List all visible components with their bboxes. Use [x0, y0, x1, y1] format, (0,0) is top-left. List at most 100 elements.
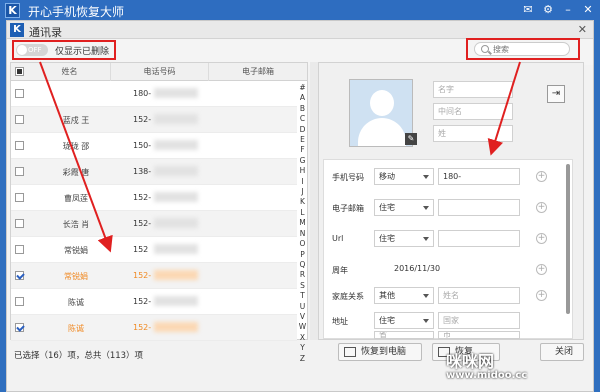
row-checkbox[interactable]: [15, 141, 24, 150]
row-checkbox[interactable]: [15, 219, 24, 228]
contact-name: 陈诚: [68, 324, 84, 333]
alphabet-letter[interactable]: W: [298, 322, 307, 332]
chevron-down-icon: [423, 237, 429, 241]
alphabet-letter[interactable]: F: [298, 145, 307, 155]
alphabet-letter[interactable]: A: [298, 93, 307, 103]
row-checkbox[interactable]: [15, 167, 24, 176]
alphabet-letter[interactable]: K: [298, 197, 307, 207]
alphabet-letter[interactable]: D: [298, 125, 307, 135]
anniversary-label: 周年: [332, 266, 348, 275]
email-input[interactable]: [438, 199, 520, 216]
table-row[interactable]: 彩霞 唐 138-: [11, 159, 297, 185]
alphabet-letter[interactable]: C: [298, 114, 307, 124]
alphabet-letter[interactable]: E: [298, 135, 307, 145]
alphabet-letter[interactable]: X: [298, 333, 307, 343]
alphabet-letter[interactable]: V: [298, 312, 307, 322]
url-type-select[interactable]: 住宅: [374, 230, 434, 247]
alphabet-letter[interactable]: Y: [298, 343, 307, 353]
redacted-phone: [154, 244, 198, 254]
chat-icon[interactable]: ✉: [522, 3, 534, 16]
add-date-icon[interactable]: +: [536, 264, 547, 275]
close-icon[interactable]: ✕: [582, 3, 594, 16]
alphabet-letter[interactable]: U: [298, 302, 307, 312]
column-email[interactable]: 电子邮箱: [209, 63, 307, 81]
row-checkbox[interactable]: [15, 271, 24, 280]
table-row[interactable]: 珑珑 邵 150-: [11, 133, 297, 159]
watermark: 咪咪网 www.midoo.cc: [446, 348, 527, 381]
alphabet-letter[interactable]: O: [298, 239, 307, 249]
add-url-icon[interactable]: +: [536, 233, 547, 244]
search-input[interactable]: [493, 44, 563, 54]
middle-name-field[interactable]: 中间名: [433, 103, 513, 120]
alphabet-letter[interactable]: N: [298, 229, 307, 239]
deleted-only-label: 仅显示已删除: [55, 47, 110, 57]
table-row[interactable]: 常锐娟 152: [11, 237, 297, 263]
minimize-icon[interactable]: –: [562, 3, 574, 16]
alphabet-letter[interactable]: H: [298, 166, 307, 176]
export-icon[interactable]: ⇥: [547, 85, 565, 103]
add-email-icon[interactable]: +: [536, 202, 547, 213]
row-checkbox[interactable]: [15, 297, 24, 306]
alphabet-letter[interactable]: #: [298, 83, 307, 93]
contact-name: 长浩 肖: [62, 220, 90, 229]
row-checkbox[interactable]: [15, 193, 24, 202]
deleted-only-toggle[interactable]: OFF: [16, 44, 48, 56]
add-family-icon[interactable]: +: [536, 290, 547, 301]
phone-type-select[interactable]: 移动: [374, 168, 434, 185]
table-row[interactable]: 长浩 肖 152-: [11, 211, 297, 237]
close-button[interactable]: 关闭: [540, 343, 584, 361]
redacted-phone: [154, 114, 198, 124]
family-name-input[interactable]: 姓名: [438, 287, 520, 304]
alphabet-letter[interactable]: B: [298, 104, 307, 114]
redacted-phone: [154, 166, 198, 176]
row-checkbox[interactable]: [15, 115, 24, 124]
dialog-close-icon[interactable]: ✕: [578, 23, 587, 36]
alphabet-letter[interactable]: I: [298, 177, 307, 187]
row-checkbox[interactable]: [15, 89, 24, 98]
alphabet-letter[interactable]: S: [298, 281, 307, 291]
alphabet-letter[interactable]: Q: [298, 260, 307, 270]
detail-form: 手机号码 移动 180- + 电子邮箱 住宅 + Url 住宅 + 周年 201…: [323, 159, 573, 339]
close-label: 关闭: [555, 347, 574, 357]
settings-icon[interactable]: ⚙: [542, 3, 554, 16]
select-all-checkbox[interactable]: [15, 67, 24, 76]
family-type-select[interactable]: 其他: [374, 287, 434, 304]
table-row[interactable]: 蓝戍 王 152-: [11, 107, 297, 133]
email-type-select[interactable]: 住宅: [374, 199, 434, 216]
url-input[interactable]: [438, 230, 520, 247]
alphabet-letter[interactable]: R: [298, 270, 307, 280]
country-input[interactable]: 国家: [438, 312, 520, 329]
row-checkbox[interactable]: [15, 245, 24, 254]
form-scrollbar[interactable]: [566, 164, 570, 314]
address-type-select[interactable]: 住宅: [374, 312, 434, 329]
list-scrollbar[interactable]: [310, 62, 318, 340]
row-checkbox[interactable]: [15, 323, 24, 332]
table-row[interactable]: 陈诚 152-: [11, 289, 297, 315]
alphabet-letter[interactable]: L: [298, 208, 307, 218]
table-row[interactable]: 陈诚 152-: [11, 315, 297, 341]
phone-input[interactable]: 180-: [438, 168, 520, 185]
table-row[interactable]: 常锐娟 152-: [11, 263, 297, 289]
first-name-field[interactable]: 名字: [433, 81, 513, 98]
city-input[interactable]: 市: [438, 331, 520, 339]
table-row[interactable]: 180-: [11, 81, 297, 107]
table-row[interactable]: 曹凤莲 152-: [11, 185, 297, 211]
alphabet-letter[interactable]: M: [298, 218, 307, 228]
province-input[interactable]: 省: [374, 331, 434, 339]
restore-to-pc-button[interactable]: 恢复到电脑: [338, 343, 422, 361]
redacted-phone: [154, 192, 198, 202]
alphabet-letter[interactable]: G: [298, 156, 307, 166]
add-phone-icon[interactable]: +: [536, 171, 547, 182]
anniversary-value[interactable]: 2016/11/30: [390, 261, 520, 278]
alphabet-letter[interactable]: P: [298, 250, 307, 260]
search-box[interactable]: [474, 42, 570, 56]
alphabet-letter[interactable]: T: [298, 291, 307, 301]
contact-name: 曹凤莲: [64, 194, 88, 203]
contact-phone: 152-: [133, 297, 152, 306]
column-name[interactable]: 姓名: [29, 63, 111, 81]
alphabet-letter[interactable]: Z: [298, 354, 307, 364]
column-phone[interactable]: 电话号码: [111, 63, 209, 81]
edit-photo-icon[interactable]: ✎: [405, 133, 417, 145]
alphabet-letter[interactable]: J: [298, 187, 307, 197]
last-name-field[interactable]: 姓: [433, 125, 513, 142]
